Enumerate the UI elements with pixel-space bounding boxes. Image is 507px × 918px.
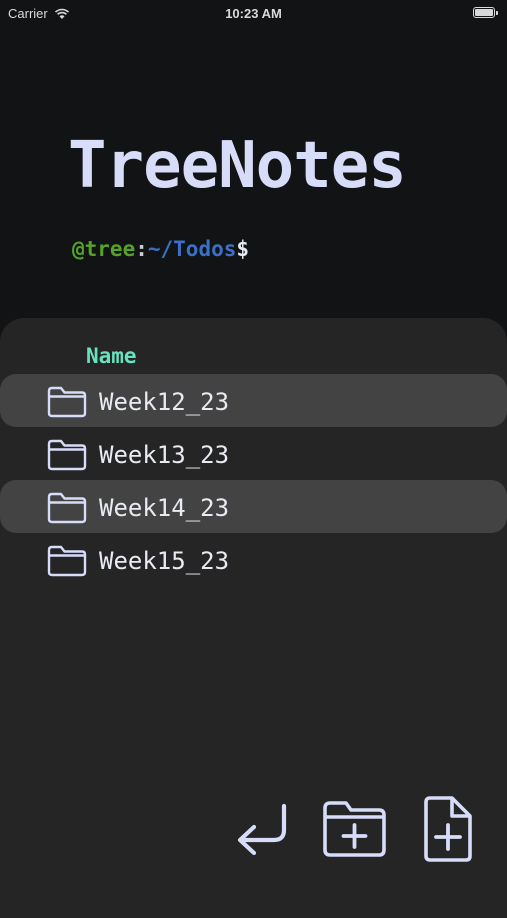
- folder-name: Week13_23: [99, 441, 230, 469]
- folder-icon: [47, 386, 87, 418]
- return-arrow-icon: [237, 803, 287, 856]
- prompt-symbol: $: [236, 237, 250, 261]
- battery-icon: [473, 7, 498, 18]
- new-folder-icon: [323, 801, 386, 857]
- prompt-user: @tree: [72, 237, 136, 261]
- new-file-icon: [424, 796, 472, 862]
- folder-name: Week14_23: [99, 494, 230, 522]
- folder-row[interactable]: Week13_23: [0, 427, 507, 480]
- folder-icon: [47, 439, 87, 471]
- prompt-path: ~/Todos: [147, 237, 237, 261]
- folder-row[interactable]: Week14_23: [0, 480, 507, 533]
- battery-level: [475, 9, 493, 16]
- folder-name: Week12_23: [99, 388, 230, 416]
- new-folder-button[interactable]: [320, 798, 390, 862]
- folder-row[interactable]: Week12_23: [0, 374, 507, 427]
- file-list: Week12_23 Week13_23 Week14_23 Week15_23: [0, 374, 507, 586]
- new-file-button[interactable]: [418, 794, 478, 864]
- return-button[interactable]: [230, 800, 294, 864]
- column-header-name[interactable]: Name: [86, 342, 137, 370]
- status-time: 10:23 AM: [225, 6, 282, 21]
- status-bar: Carrier 10:23 AM: [0, 0, 507, 28]
- terminal-prompt: @tree:~/Todos$: [72, 236, 249, 262]
- folder-icon: [47, 492, 87, 524]
- folder-row[interactable]: Week15_23: [0, 533, 507, 586]
- prompt-separator: :: [135, 237, 148, 261]
- folder-name: Week15_23: [99, 547, 230, 575]
- folder-icon: [47, 545, 87, 577]
- app-title: TreeNotes: [68, 129, 407, 203]
